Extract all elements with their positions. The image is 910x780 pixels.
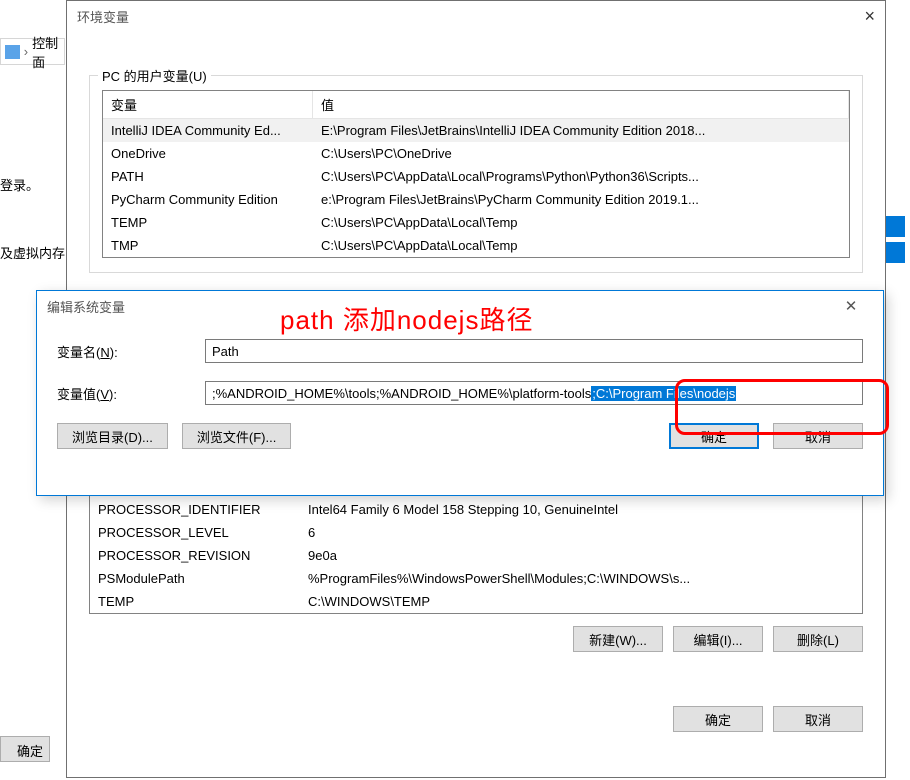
bg-text-login: 登录。	[0, 175, 39, 194]
folder-icon	[5, 45, 20, 59]
table-row[interactable]: TEMPC:\WINDOWS\TEMP	[90, 590, 862, 613]
cell-val: C:\WINDOWS\TEMP	[300, 592, 862, 611]
breadcrumb-text: 控制面	[32, 33, 64, 71]
col-var-header[interactable]: 变量	[103, 91, 313, 118]
env-vars-titlebar: 环境变量 ×	[67, 1, 885, 31]
cell-var: PSModulePath	[90, 569, 300, 588]
table-row[interactable]: PROCESSOR_REVISION9e0a	[90, 544, 862, 567]
table-row[interactable]: PROCESSOR_IDENTIFIERIntel64 Family 6 Mod…	[90, 498, 862, 521]
delete-sys-button[interactable]: 删除(L)	[773, 626, 863, 652]
edit-sys-button[interactable]: 编辑(I)...	[673, 626, 763, 652]
cell-var: PROCESSOR_LEVEL	[90, 523, 300, 542]
cell-val: C:\Users\PC\AppData\Local\Temp	[313, 236, 849, 255]
table-row[interactable]: PATHC:\Users\PC\AppData\Local\Programs\P…	[103, 165, 849, 188]
cell-val: 6	[300, 523, 862, 542]
table-row[interactable]: TMPC:\Users\PC\AppData\Local\Temp	[103, 234, 849, 257]
variable-value-row: 变量值(V): ;%ANDROID_HOME%\tools;%ANDROID_H…	[57, 381, 863, 405]
cell-val: C:\Users\PC\OneDrive	[313, 144, 849, 163]
browse-directory-button[interactable]: 浏览目录(D)...	[57, 423, 168, 449]
dialog-buttons-row: 确定 取消	[89, 706, 863, 732]
variable-name-row: 变量名(N):	[57, 339, 863, 363]
cell-val: 9e0a	[300, 546, 862, 565]
table-header: 变量 值	[103, 91, 849, 119]
table-row[interactable]: OneDriveC:\Users\PC\OneDrive	[103, 142, 849, 165]
variable-name-input[interactable]	[205, 339, 863, 363]
cell-var: PROCESSOR_REVISION	[90, 546, 300, 565]
close-icon[interactable]: ×	[864, 6, 875, 27]
cancel-button[interactable]: 取消	[773, 423, 863, 449]
cell-var: OneDrive	[103, 144, 313, 163]
annotation-text: path 添加nodejs路径	[280, 300, 533, 337]
user-variables-table[interactable]: 变量 值 IntelliJ IDEA Community Ed...E:\Pro…	[102, 90, 850, 258]
cell-var: PROCESSOR_IDENTIFIER	[90, 500, 300, 519]
variable-value-label: 变量值(V):	[57, 384, 205, 403]
ok-button[interactable]: 确定	[669, 423, 759, 449]
value-selected-text: ;C:\Program Files\nodejs	[591, 386, 736, 401]
cell-val: C:\Users\PC\AppData\Local\Temp	[313, 213, 849, 232]
bg-ok-button-fragment[interactable]: 确定	[0, 736, 50, 762]
table-row[interactable]: PROCESSOR_LEVEL6	[90, 521, 862, 544]
table-row[interactable]: PSModulePath%ProgramFiles%\WindowsPowerS…	[90, 567, 862, 590]
system-buttons-row: 新建(W)... 编辑(I)... 删除(L)	[89, 626, 863, 652]
edit-dialog-buttons: 浏览目录(D)... 浏览文件(F)... 确定 取消	[57, 423, 863, 449]
chevron-right-icon: ›	[24, 44, 28, 59]
user-variables-group: PC 的用户变量(U) 变量 值 IntelliJ IDEA Community…	[89, 75, 863, 273]
browse-file-button[interactable]: 浏览文件(F)...	[182, 423, 291, 449]
col-val-header[interactable]: 值	[313, 91, 849, 118]
user-variables-label: PC 的用户变量(U)	[98, 66, 211, 85]
cell-val: E:\Program Files\JetBrains\IntelliJ IDEA…	[313, 121, 849, 140]
ok-button[interactable]: 确定	[673, 706, 763, 732]
value-prefix-text: ;%ANDROID_HOME%\tools;%ANDROID_HOME%\pla…	[212, 386, 591, 401]
cancel-button[interactable]: 取消	[773, 706, 863, 732]
bg-text-misc: 及虚拟内存	[0, 243, 65, 262]
cell-val: C:\Users\PC\AppData\Local\Programs\Pytho…	[313, 167, 849, 186]
cell-var: PyCharm Community Edition	[103, 190, 313, 209]
table-row[interactable]: PyCharm Community Editione:\Program File…	[103, 188, 849, 211]
edit-dialog-title: 编辑系统变量	[47, 297, 125, 316]
close-icon[interactable]: ✕	[829, 297, 873, 315]
cell-var: TEMP	[103, 213, 313, 232]
cell-val: e:\Program Files\JetBrains\PyCharm Commu…	[313, 190, 849, 209]
table-row[interactable]: IntelliJ IDEA Community Ed...E:\Program …	[103, 119, 849, 142]
cell-var: IntelliJ IDEA Community Ed...	[103, 121, 313, 140]
bg-right-edge	[884, 0, 910, 740]
env-vars-title: 环境变量	[77, 7, 129, 26]
cell-var: TMP	[103, 236, 313, 255]
variable-value-input[interactable]: ;%ANDROID_HOME%\tools;%ANDROID_HOME%\pla…	[205, 381, 863, 405]
cell-val: %ProgramFiles%\WindowsPowerShell\Modules…	[300, 569, 862, 588]
new-sys-button[interactable]: 新建(W)...	[573, 626, 663, 652]
cell-var: PATH	[103, 167, 313, 186]
variable-name-label: 变量名(N):	[57, 342, 205, 361]
cell-val: Intel64 Family 6 Model 158 Stepping 10, …	[300, 500, 862, 519]
explorer-breadcrumb-fragment: › 控制面	[0, 38, 65, 65]
cell-var: TEMP	[90, 592, 300, 611]
table-row[interactable]: TEMPC:\Users\PC\AppData\Local\Temp	[103, 211, 849, 234]
